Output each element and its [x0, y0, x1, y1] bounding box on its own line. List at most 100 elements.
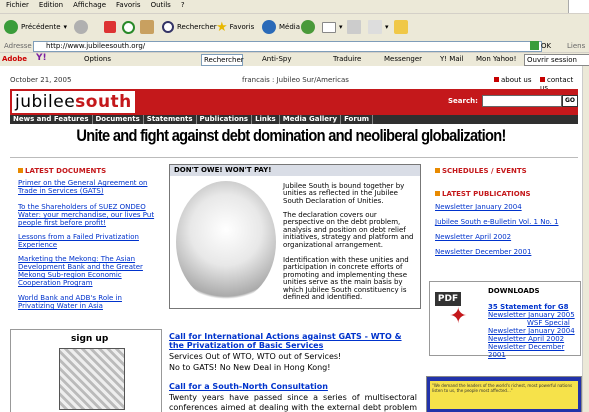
document-link[interactable]: Primer on the General Agreement on Trade…	[18, 179, 158, 195]
media-button[interactable]: Média	[262, 17, 300, 37]
jubilee-south-circle-image	[176, 181, 276, 303]
bullet-icon	[540, 77, 545, 82]
language-link[interactable]: francais : Jubileo Sur/Americas	[242, 76, 349, 84]
about-us-link[interactable]: about us	[494, 76, 532, 84]
address-input[interactable]: http://www.jubileesouth.org/	[33, 41, 542, 52]
bullet-icon	[494, 77, 499, 82]
date-bar: October 21, 2005 francais : Jubileo Sur/…	[10, 76, 580, 92]
edit-icon	[368, 20, 382, 34]
search-button[interactable]: Rechercher	[162, 17, 217, 37]
menu-edition[interactable]: Edition	[33, 0, 67, 9]
publication-link[interactable]: Newsletter December 2001	[435, 248, 531, 256]
menu-fichier[interactable]: Fichier	[0, 0, 33, 9]
bullet-icon	[18, 168, 23, 173]
vertical-scrollbar[interactable]	[582, 66, 589, 412]
edit-button[interactable]: ▾	[368, 17, 389, 37]
messenger-button[interactable]: Messenger	[384, 55, 422, 63]
address-bar: Adresse http://www.jubileesouth.org/ OK …	[0, 40, 589, 53]
publication-link[interactable]: Newsletter April 2002	[435, 233, 511, 241]
news-text: Twenty years have passed since a series …	[169, 393, 417, 412]
mail-button[interactable]: ▾	[322, 17, 343, 37]
web-content: October 21, 2005 francais : Jubileo Sur/…	[0, 66, 582, 412]
site-nav: News and Features Documents Statements Publ…	[10, 115, 578, 124]
schedules-heading[interactable]: SCHEDULES / EVENTS	[435, 167, 527, 175]
pdf-icon: PDF ✦	[435, 288, 477, 334]
favorites-button[interactable]: ★ Favoris	[216, 17, 254, 37]
download-link[interactable]: Newsletter January 2004	[488, 327, 575, 335]
dont-owe-paragraph: Jubilee South is bound together by uniti…	[283, 182, 405, 205]
stop-button[interactable]	[104, 17, 119, 37]
document-link[interactable]: Lessons from a Failed Privatization Expe…	[18, 233, 158, 249]
dont-owe-paragraph: The declaration covers our perspective o…	[283, 211, 414, 249]
history-button[interactable]	[301, 17, 318, 37]
traduire-button[interactable]: Traduire	[333, 55, 361, 63]
downloads-box: PDF ✦ DOWNLOADS 35 Statement for G8 Newsl…	[429, 281, 581, 359]
news-title-link[interactable]: Call for a South-North Consultation	[169, 382, 328, 391]
go-button[interactable]: OK	[541, 42, 551, 50]
address-label: Adresse	[4, 42, 32, 50]
media-icon	[262, 20, 276, 34]
adobe-button[interactable]: Adobe	[2, 55, 27, 63]
nav-statements[interactable]: Statements	[144, 115, 197, 124]
monyahoo-button[interactable]: Mon Yahoo!	[476, 55, 516, 63]
download-link[interactable]: WSF Special	[527, 319, 570, 327]
yahoo-search-button[interactable]: Rechercher	[201, 54, 244, 66]
menu-favoris[interactable]: Favoris	[110, 0, 145, 9]
windows-logo-icon	[568, 0, 589, 13]
latest-documents-heading: LATEST DOCUMENTS	[18, 167, 106, 175]
download-link[interactable]: Newsletter December 2001	[488, 343, 580, 359]
news-text: No to GATS! No New Deal in Hong Kong!	[169, 363, 331, 372]
site-banner: jubileesouth Search: GO	[10, 89, 578, 115]
latest-publications-heading: LATEST PUBLICATIONS	[435, 190, 531, 198]
document-link[interactable]: World Bank and ADB's Role in Privatizing…	[18, 294, 158, 310]
menu-affichage[interactable]: Affichage	[67, 0, 110, 9]
menu-outils[interactable]: Outils	[145, 0, 175, 9]
back-button[interactable]: Précédente ▾	[4, 17, 67, 37]
page-headline: Unite and fight against debt domination …	[76, 126, 506, 145]
home-button[interactable]	[140, 17, 157, 37]
site-logo[interactable]: jubileesouth	[12, 91, 135, 113]
document-link[interactable]: To the Shareholders of SUEZ ONDEO Water:…	[18, 203, 158, 227]
publication-link[interactable]: Newsletter January 2004	[435, 203, 522, 211]
news-title-link[interactable]: Call for International Actions against G…	[169, 332, 409, 350]
ymail-button[interactable]: Y! Mail	[440, 55, 464, 63]
refresh-icon	[122, 20, 135, 34]
search-icon	[162, 21, 174, 33]
news-text: Services Out of WTO, WTO out of Services…	[169, 352, 342, 361]
bullet-icon	[435, 191, 440, 196]
yahoo-logo[interactable]: Y!	[36, 53, 47, 63]
site-search-go-button[interactable]: GO	[562, 95, 578, 107]
document-link[interactable]: Marketing the Mekong: The Asian Developm…	[18, 255, 158, 287]
nav-publications[interactable]: Publications	[197, 115, 253, 124]
publication-link[interactable]: Jubilee South e-Bulletin Vol. 1 No. 1	[435, 218, 559, 226]
signup-box[interactable]: sign up	[10, 329, 162, 412]
yahoo-toolbar: Adobe Y! Options Rechercher Anti-Spy Tra…	[0, 53, 589, 67]
star-icon: ★	[216, 19, 228, 35]
menu-help[interactable]: ?	[175, 0, 189, 9]
print-button[interactable]	[347, 17, 364, 37]
dont-owe-box: DON'T OWE! WON'T PAY! Jubilee South is b…	[169, 164, 421, 309]
ouvrir-session-button[interactable]: Ouvrir session	[524, 54, 589, 66]
nav-news[interactable]: News and Features	[10, 115, 93, 124]
forward-button[interactable]	[74, 17, 91, 37]
folder-icon	[394, 20, 408, 34]
nav-documents[interactable]: Documents	[93, 115, 144, 124]
download-link[interactable]: Newsletter April 2002	[488, 335, 564, 343]
nav-forum[interactable]: Forum	[341, 115, 374, 124]
site-search-input[interactable]	[482, 95, 562, 107]
home-icon	[140, 20, 154, 34]
download-link[interactable]: 35 Statement for G8	[488, 303, 569, 311]
quote-banner[interactable]: "We demand the leaders of the world's ri…	[426, 376, 582, 412]
nav-links[interactable]: Links	[252, 115, 280, 124]
refresh-button[interactable]	[122, 17, 138, 37]
links-label[interactable]: Liens	[567, 42, 585, 50]
antispy-button[interactable]: Anti-Spy	[262, 55, 291, 63]
dont-owe-title: DON'T OWE! WON'T PAY!	[170, 165, 420, 176]
messenger-icon-button[interactable]	[394, 17, 411, 37]
download-link[interactable]: Newsletter January 2005	[488, 311, 575, 319]
back-arrow-icon	[4, 20, 18, 34]
go-arrow-icon[interactable]	[530, 41, 539, 50]
options-button[interactable]: Options	[84, 55, 111, 63]
nav-media-gallery[interactable]: Media Gallery	[280, 115, 342, 124]
signup-image	[59, 348, 125, 410]
